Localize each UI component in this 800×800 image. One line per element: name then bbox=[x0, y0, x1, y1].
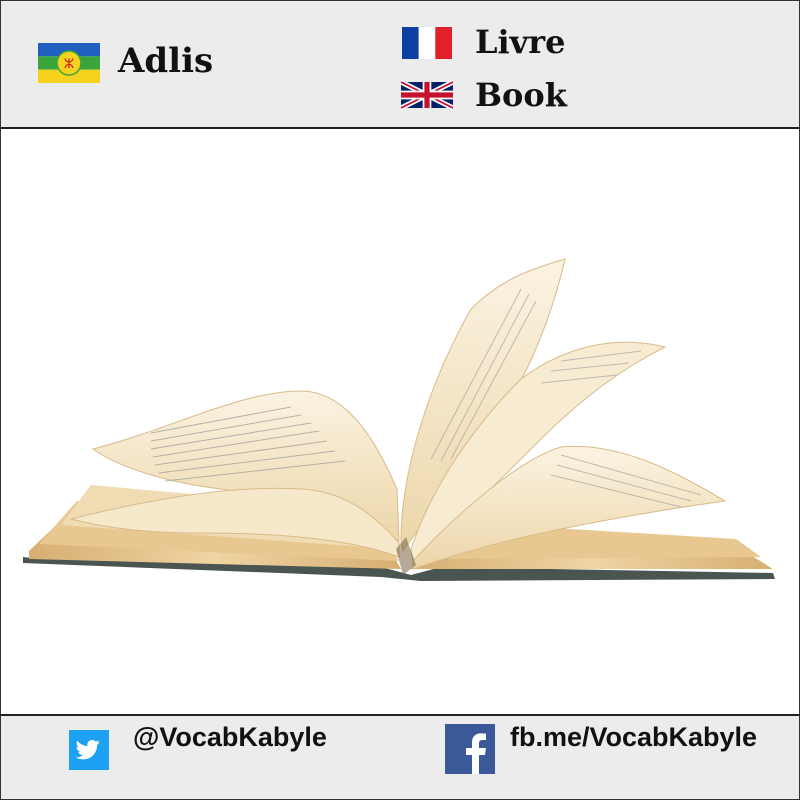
header-bar: ⵣ Adlis Livre Book bbox=[1, 1, 799, 129]
uk-flag-icon bbox=[401, 80, 453, 110]
svg-text:ⵣ: ⵣ bbox=[64, 57, 74, 72]
open-book-illustration bbox=[23, 258, 775, 581]
kabyle-word: Adlis bbox=[118, 41, 214, 81]
footer-bar: @VocabKabyle fb.me/VocabKabyle bbox=[1, 714, 799, 799]
facebook-link[interactable]: fb.me/VocabKabyle bbox=[510, 722, 757, 753]
vocab-card: ⵣ Adlis Livre Book @VocabKabyle fb.me/Vo… bbox=[0, 0, 800, 800]
french-flag-icon bbox=[402, 27, 452, 59]
english-word: Book bbox=[475, 76, 567, 114]
illustration-area bbox=[1, 129, 799, 716]
twitter-handle[interactable]: @VocabKabyle bbox=[133, 722, 327, 753]
french-word: Livre bbox=[475, 23, 566, 61]
facebook-icon[interactable] bbox=[445, 724, 495, 774]
twitter-icon[interactable] bbox=[69, 730, 109, 770]
kabyle-flag-icon: ⵣ bbox=[38, 43, 100, 83]
